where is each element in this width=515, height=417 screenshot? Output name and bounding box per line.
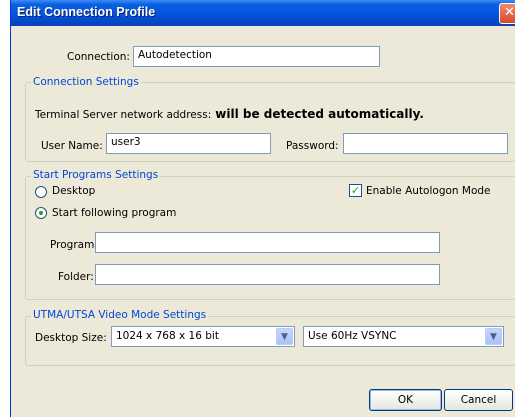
server-address-value: will be detected automatically. (215, 107, 424, 121)
folder-field[interactable] (95, 264, 440, 285)
start-programs-legend: Start Programs Settings (31, 169, 161, 181)
connection-settings-legend: Connection Settings (31, 76, 141, 88)
vsync-select[interactable]: Use 60Hz VSYNC ▼ (303, 326, 504, 347)
desktop-size-label: Desktop Size: (35, 332, 107, 344)
desktop-size-select[interactable]: 1024 x 768 x 16 bit ▼ (111, 326, 295, 347)
connection-field[interactable]: Autodetection (133, 46, 380, 67)
chevron-down-icon[interactable]: ▼ (276, 328, 293, 345)
chevron-down-icon[interactable]: ▼ (485, 328, 502, 345)
server-address-label: Terminal Server network address: will be … (35, 107, 424, 121)
ok-button[interactable]: OK (369, 389, 442, 411)
username-field[interactable]: user3 (106, 133, 271, 154)
username-label: User Name: (41, 140, 103, 152)
desktop-radio-label[interactable]: Desktop (52, 185, 95, 197)
close-button[interactable]: ✕ (499, 3, 515, 24)
desktop-size-value: 1024 x 768 x 16 bit (116, 330, 219, 342)
cancel-button[interactable]: Cancel (444, 389, 513, 411)
vsync-value: Use 60Hz VSYNC (308, 330, 397, 342)
folder-label: Folder: (58, 271, 94, 283)
server-address-label-text: Terminal Server network address: (35, 109, 212, 121)
radio-selected-dot (39, 211, 43, 215)
checkmark-icon: ✓ (350, 184, 361, 197)
start-program-radio-label[interactable]: Start following program (52, 207, 176, 219)
start-program-radio[interactable] (35, 207, 47, 219)
edit-connection-profile-dialog: Edit Connection Profile ✕ Connection: Au… (10, 0, 515, 417)
program-label: Program: (50, 239, 98, 251)
close-icon: ✕ (504, 5, 515, 20)
dialog-title: Edit Connection Profile (17, 5, 156, 19)
title-bar[interactable]: Edit Connection Profile ✕ (11, 0, 515, 26)
video-mode-legend: UTMA/UTSA Video Mode Settings (31, 309, 209, 321)
password-field[interactable] (343, 133, 508, 154)
autologon-checkbox[interactable]: ✓ (349, 184, 362, 197)
desktop-radio[interactable] (35, 186, 47, 198)
program-field[interactable] (95, 232, 440, 253)
connection-label: Connection: (67, 51, 130, 63)
autologon-label[interactable]: Enable Autologon Mode (366, 185, 491, 197)
password-label: Password: (286, 140, 339, 152)
